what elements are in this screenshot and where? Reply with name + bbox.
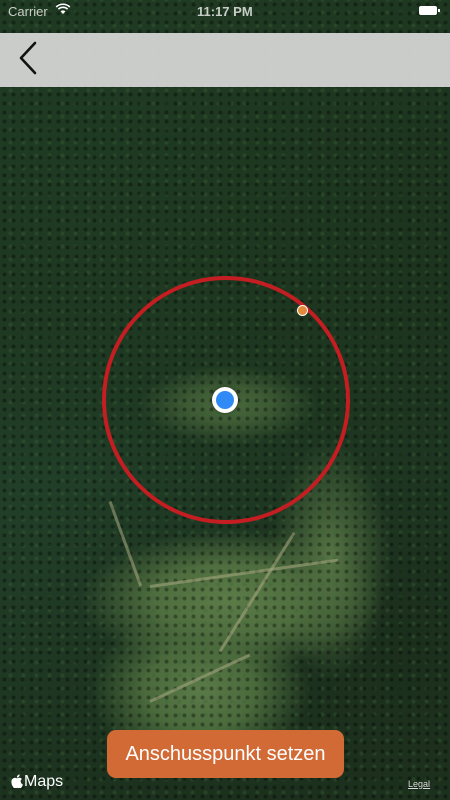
chevron-left-icon: [18, 41, 38, 80]
maps-label: Maps: [24, 773, 64, 790]
user-location-marker: [212, 387, 238, 413]
clock-label: 11:17 PM: [197, 4, 253, 19]
battery-icon: [419, 6, 440, 15]
legal-link[interactable]: Legal: [408, 779, 430, 789]
back-button[interactable]: [8, 40, 48, 80]
wifi-icon: [55, 2, 71, 19]
radius-resize-handle[interactable]: [297, 305, 308, 316]
set-anschusspunkt-button[interactable]: Anschusspunkt setzen: [107, 730, 344, 778]
maps-attribution: Maps: [11, 773, 63, 791]
apple-logo-icon: [11, 773, 23, 791]
carrier-label: Carrier: [8, 4, 48, 19]
status-bar: Carrier 11:17 PM: [0, 0, 450, 22]
navigation-bar: [0, 33, 450, 87]
